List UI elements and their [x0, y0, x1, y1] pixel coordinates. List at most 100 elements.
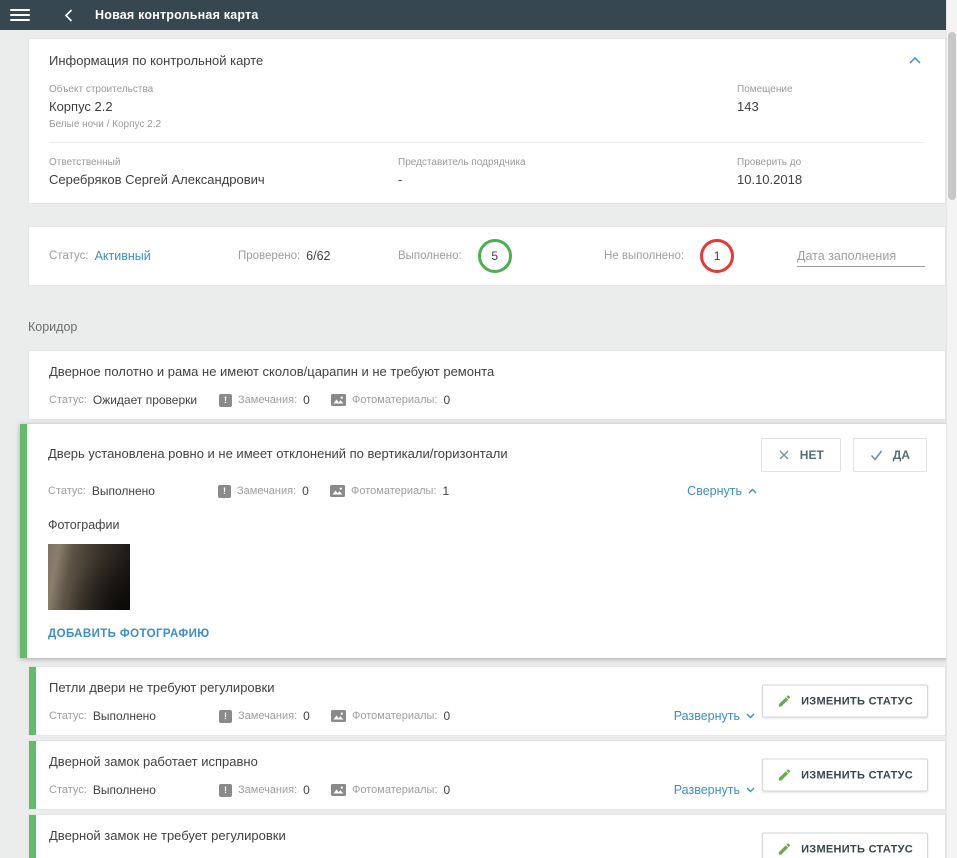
change-status-button[interactable]: ИЗМЕНИТЬ СТАТУС	[762, 684, 928, 718]
expand-link-label: Развернуть	[673, 783, 740, 797]
remarks-icon: !	[218, 484, 231, 498]
checklist-item-title: Дверь установлена ровно и не имеет откло…	[48, 446, 508, 461]
remarks-icon: !	[219, 783, 232, 797]
room-value: 143	[737, 99, 759, 114]
photos-label: Фотоматериалы:	[351, 485, 437, 497]
collapse-item-link[interactable]: Свернуть	[687, 484, 757, 498]
info-row-1: Объект строительства Корпус 2.2 Белые но…	[49, 84, 925, 130]
fill-date-input[interactable]	[797, 245, 925, 267]
scroll-content: Информация по контрольной карте Объект с…	[0, 30, 957, 858]
photo-thumbnail[interactable]	[48, 544, 130, 610]
checklist-item-2-expanded: Дверь установлена ровно и не имеет откло…	[20, 424, 955, 658]
add-photo-button[interactable]: ДОБАВИТЬ ФОТОГРАФИЮ	[48, 628, 210, 640]
status-color-bar	[29, 667, 36, 735]
responsible-label: Ответственный	[49, 157, 121, 168]
remarks-group: ! Замечания: 0	[218, 484, 330, 498]
yes-button-label: ДА	[892, 448, 910, 462]
change-status-label: ИЗМЕНИТЬ СТАТУС	[801, 769, 913, 781]
room-field: Помещение 143	[737, 84, 925, 130]
status-color-bar	[20, 424, 27, 658]
app-bar: Новая контрольная карта	[0, 0, 957, 30]
remarks-count: 0	[303, 393, 310, 407]
item-meta-row: Статус: Выполнено ! Замечания: 0 Фотомат…	[48, 484, 927, 498]
item-status-group: Статус: Ожидает проверки	[49, 393, 219, 407]
photos-group: Фотоматериалы: 0	[331, 393, 450, 407]
section-title: Коридор	[28, 320, 78, 334]
no-button-label: НЕТ	[799, 448, 824, 462]
change-status-button[interactable]: ИЗМЕНИТЬ СТАТУС	[762, 832, 928, 858]
collapse-card-button[interactable]	[905, 55, 925, 66]
check-by-label: Проверить до	[737, 157, 802, 168]
done-count-ring: 5	[477, 239, 512, 273]
item-meta-row: Статус: Ожидает проверки ! Замечания: 0 …	[49, 393, 925, 407]
scrollbar-thumb[interactable]	[948, 32, 956, 200]
remarks-count: 0	[303, 709, 310, 723]
expand-item-link[interactable]: Развернуть	[674, 709, 755, 723]
photos-count: 1	[442, 484, 450, 498]
remarks-icon: !	[219, 709, 232, 723]
chevron-down-icon	[746, 787, 755, 793]
remarks-label: Замечания:	[237, 485, 297, 497]
remarks-label: Замечания:	[238, 784, 298, 796]
check-icon	[870, 450, 882, 461]
change-status-button[interactable]: ИЗМЕНИТЬ СТАТУС	[762, 758, 928, 792]
collapse-link-label: Свернуть	[687, 484, 742, 498]
remarks-count: 0	[303, 783, 310, 797]
status-label: Статус:	[49, 710, 87, 722]
item-status-group: Статус: Выполнено	[49, 783, 219, 797]
photos-label: Фотоматериалы:	[352, 784, 438, 796]
done-label: Выполнено:	[398, 250, 462, 262]
item-status-group: Статус: Выполнено	[49, 709, 219, 723]
status-color-bar	[29, 815, 36, 858]
pencil-icon	[778, 695, 791, 707]
not-done-count-ring: 1	[700, 239, 735, 273]
photos-section-title: Фотографии	[48, 518, 120, 532]
remarks-group: ! Замечания: 0	[219, 783, 331, 797]
divider	[49, 142, 925, 143]
chevron-left-icon	[64, 8, 73, 22]
checklist-item-title: Дверное полотно и рама не имеют сколов/ц…	[49, 364, 495, 379]
info-card-header: Информация по контрольной карте	[49, 49, 925, 70]
answer-yes-button[interactable]: ДА	[852, 438, 927, 472]
remarks-label: Замечания:	[238, 394, 298, 406]
remarks-group: ! Замечания: 0	[219, 709, 331, 723]
page-title: Новая контрольная карта	[95, 8, 259, 22]
responsible-value: Серебряков Сергей Александрович	[49, 172, 265, 187]
photos-group: Фотоматериалы: 0	[331, 783, 450, 797]
change-status-label: ИЗМЕНИТЬ СТАТУС	[801, 843, 913, 855]
pencil-icon	[778, 843, 791, 855]
checklist-item-5: Дверной замок не требует регулировки Ста…	[28, 814, 946, 858]
photos-group: Фотоматериалы: 1	[330, 484, 449, 498]
checked-label: Проверено:	[238, 250, 301, 262]
construction-object-field: Объект строительства Корпус 2.2 Белые но…	[49, 84, 737, 130]
remarks-count: 0	[302, 484, 309, 498]
back-button[interactable]	[64, 8, 73, 22]
info-row-2: Ответственный Серебряков Сергей Александ…	[49, 157, 925, 187]
room-label: Помещение	[737, 84, 793, 95]
menu-icon[interactable]	[10, 6, 30, 24]
status-label: Статус:	[48, 485, 86, 497]
photo-icon	[330, 485, 345, 497]
status-label: Статус:	[49, 394, 87, 406]
info-card-title: Информация по контрольной карте	[49, 53, 264, 68]
responsible-field: Ответственный Серебряков Сергей Александ…	[49, 157, 398, 187]
expand-link-label: Развернуть	[673, 709, 740, 723]
answer-no-button[interactable]: НЕТ	[760, 438, 841, 472]
not-done-label: Не выполнено:	[604, 250, 685, 262]
fill-date-group	[797, 245, 925, 267]
checklist-item-1: Дверное полотно и рама не имеют сколов/ц…	[28, 350, 946, 420]
check-by-field: Проверить до 10.10.2018	[737, 157, 925, 187]
status-value: Выполнено	[91, 484, 155, 498]
change-status-label: ИЗМЕНИТЬ СТАТУС	[801, 695, 913, 707]
photos-count: 0	[443, 709, 451, 723]
chevron-down-icon	[746, 713, 755, 719]
card-status-value[interactable]: Активный	[95, 249, 151, 263]
contractor-field: Представитель подрядчика -	[398, 157, 737, 187]
expand-item-link[interactable]: Развернуть	[674, 783, 755, 797]
x-icon	[779, 450, 789, 460]
remarks-group: ! Замечания: 0	[219, 393, 331, 407]
vertical-scrollbar[interactable]	[946, 0, 957, 858]
status-value: Ожидает проверки	[92, 393, 198, 407]
remarks-label: Замечания:	[238, 710, 298, 722]
construction-object-label: Объект строительства	[49, 84, 154, 95]
